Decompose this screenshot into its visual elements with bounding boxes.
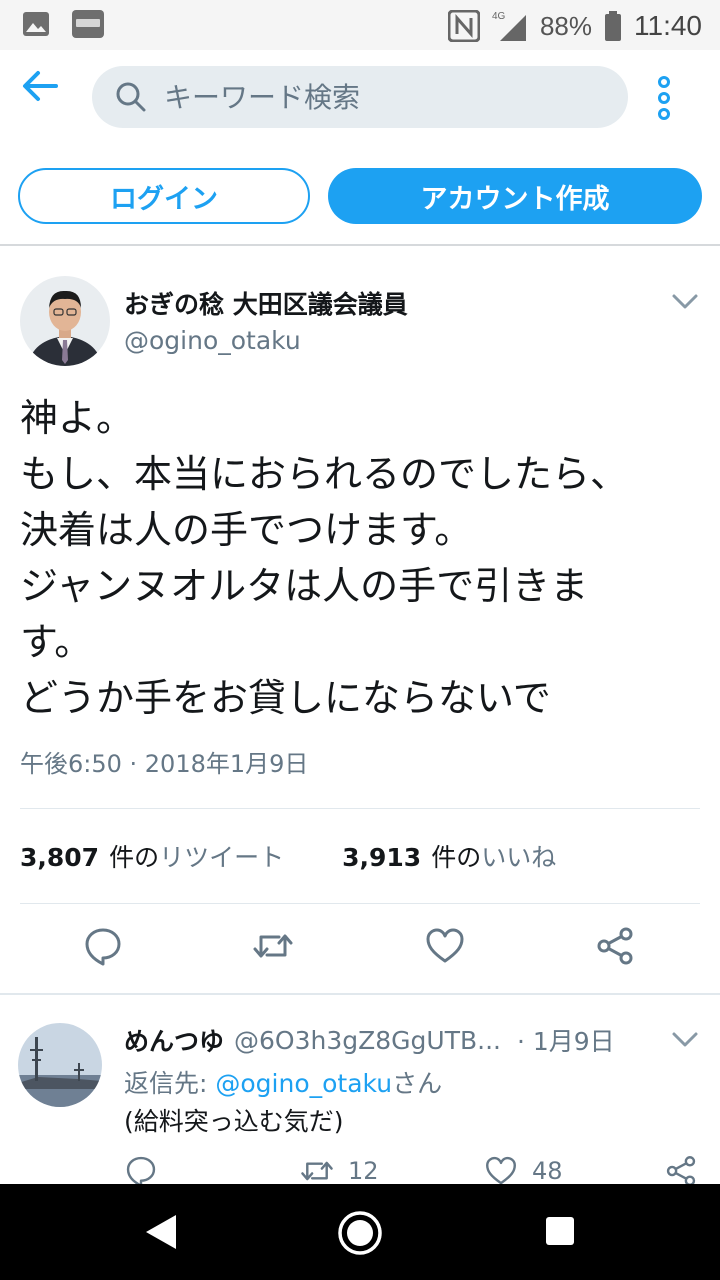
battery-icon — [605, 11, 621, 41]
share-icon — [666, 1156, 696, 1186]
auth-bar: ログイン アカウント作成 — [0, 150, 720, 246]
reply-author-avatar[interactable] — [18, 1023, 102, 1107]
retweet-count: 3,807 — [20, 843, 100, 872]
tweet-text-line: ジャンヌオルタは人の手で引きま — [20, 564, 589, 608]
retweet-icon — [253, 934, 293, 958]
tweet-text-line: す。 — [20, 620, 93, 664]
divider — [0, 993, 720, 995]
reply-share-button[interactable] — [664, 1156, 698, 1186]
reply-actions: 12 48 — [0, 1152, 720, 1188]
login-button[interactable]: ログイン — [18, 168, 310, 224]
heart-icon — [426, 928, 464, 963]
search-box[interactable] — [92, 66, 628, 128]
author-avatar[interactable] — [20, 276, 110, 366]
search-icon — [116, 82, 146, 112]
author-name[interactable]: おぎの稔 大田区議会議員 — [124, 285, 408, 321]
retweet-unit: 件の — [109, 843, 160, 872]
signup-button[interactable]: アカウント作成 — [328, 168, 702, 224]
reply-like-count: 48 — [532, 1157, 563, 1185]
reply-to-suffix: さん — [392, 1069, 443, 1098]
kebab-menu-icon — [658, 76, 670, 120]
chevron-down-icon — [672, 1032, 698, 1047]
clock: 11:40 — [634, 10, 702, 41]
tweet-actions — [0, 925, 720, 975]
arrow-left-icon — [23, 71, 58, 101]
reply-like-button[interactable]: 48 — [484, 1156, 563, 1186]
tweet-menu-button[interactable] — [670, 292, 700, 312]
more-options-button[interactable] — [654, 74, 674, 124]
tweet-stats: 3,807 件のリツイート 3,913 件のいいね — [20, 838, 556, 874]
search-input[interactable] — [164, 66, 604, 128]
app-notification-icon — [72, 10, 104, 38]
top-header — [0, 50, 720, 150]
reply-icon — [85, 928, 121, 966]
reply-text: (給料突っ込む気だ) — [124, 1107, 344, 1136]
reply-retweet-count: 12 — [348, 1157, 379, 1185]
tweet-text-line: 決着は人の手でつけます。 — [20, 508, 473, 552]
like-button[interactable] — [424, 925, 466, 967]
system-nav-bar — [0, 1184, 720, 1280]
like-label: いいね — [481, 843, 557, 872]
triangle-back-icon — [146, 1215, 176, 1249]
reply-date[interactable]: · 1月9日 — [517, 1022, 615, 1058]
reply-author-handle[interactable]: @6O3h3gZ8GgUTB... — [234, 1026, 501, 1055]
tweet-text: 神よ。 もし、本当におられるのでしたら、 決着は人の手でつけます。 ジャンヌオル… — [20, 390, 710, 726]
divider — [20, 903, 700, 904]
battery-percent: 88% — [539, 10, 592, 41]
circle-home-icon — [338, 1211, 382, 1255]
divider — [20, 808, 700, 809]
back-button[interactable] — [20, 68, 60, 104]
chevron-down-icon — [672, 294, 698, 309]
tweet-text-line: どうか手をお貸しにならないで — [20, 676, 551, 720]
retweet-stat[interactable]: 3,807 件のリツイート — [20, 838, 284, 874]
nav-home-button[interactable] — [337, 1210, 383, 1256]
share-button[interactable] — [594, 925, 636, 967]
share-icon — [597, 927, 633, 965]
signal-icon: 4G — [492, 11, 526, 41]
heart-icon — [486, 1156, 516, 1185]
reply-button[interactable] — [82, 925, 124, 967]
image-notification-icon — [22, 10, 50, 38]
status-bar: 4G 88% 11:40 — [0, 0, 720, 50]
tweet-timestamp[interactable]: 午後6:50 · 2018年1月9日 — [20, 744, 308, 779]
author-handle[interactable]: @ogino_otaku — [124, 326, 301, 355]
reply-to-line: 返信先: @ogino_otakuさん — [124, 1064, 442, 1100]
like-count: 3,913 — [342, 843, 422, 872]
like-unit: 件の — [431, 843, 482, 872]
reply-to-handle-link[interactable]: @ogino_otaku — [215, 1069, 392, 1098]
retweet-icon — [301, 1161, 333, 1181]
reply-author-name[interactable]: めんつゆ — [124, 1022, 224, 1058]
svg-text:4G: 4G — [492, 11, 506, 22]
reply-menu-button[interactable] — [670, 1030, 700, 1050]
retweet-label: リツイート — [159, 843, 285, 872]
like-stat[interactable]: 3,913 件のいいね — [342, 838, 556, 874]
reply-header: めんつゆ @6O3h3gZ8GgUTB... · 1月9日 — [124, 1020, 664, 1060]
tweet-text-line: 神よ。 — [20, 396, 135, 440]
reply-to-prefix: 返信先: — [124, 1069, 216, 1098]
nfc-icon — [447, 10, 480, 42]
tweet-text-line: もし、本当におられるのでしたら、 — [20, 452, 629, 496]
reply-retweet-button[interactable]: 12 — [300, 1156, 379, 1186]
nav-recents-button[interactable] — [546, 1217, 574, 1245]
reply-icon — [126, 1156, 156, 1187]
nav-back-button[interactable] — [142, 1212, 182, 1252]
reply-reply-button[interactable] — [124, 1156, 158, 1187]
retweet-button[interactable] — [252, 925, 294, 967]
